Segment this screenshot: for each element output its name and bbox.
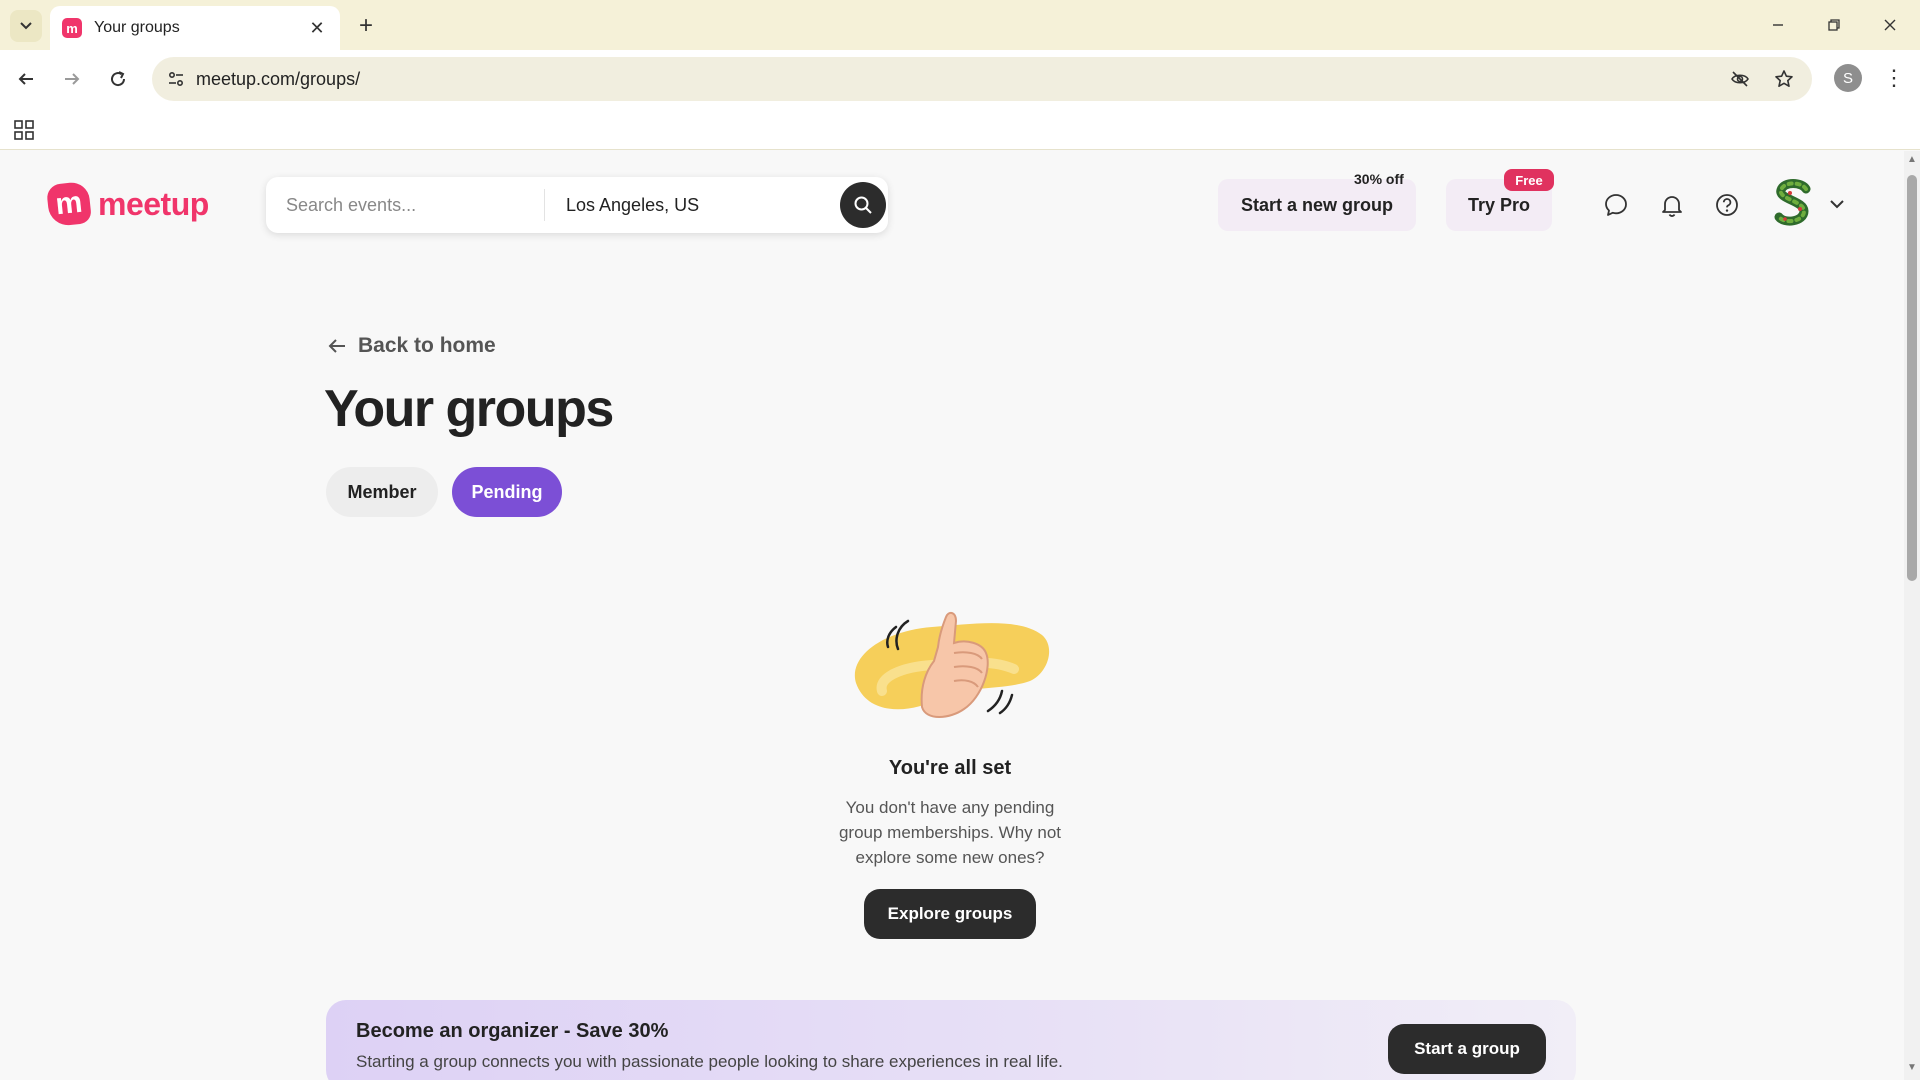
browser-profile-avatar[interactable]: S	[1834, 64, 1862, 92]
scroll-down-arrow-icon[interactable]: ▼	[1907, 1063, 1917, 1073]
search-events-input[interactable]	[286, 191, 536, 219]
tab-search-button[interactable]	[10, 10, 42, 42]
chevron-down-icon	[20, 22, 32, 30]
new-tab-button[interactable]: +	[352, 12, 380, 40]
start-a-group-button[interactable]: Start a group	[1388, 1024, 1546, 1074]
back-icon[interactable]	[10, 63, 42, 95]
meetup-logo[interactable]: m meetup	[45, 180, 209, 228]
page-title: Your groups	[324, 380, 614, 438]
window-close-icon[interactable]	[1870, 8, 1910, 42]
minimize-icon[interactable]	[1758, 8, 1798, 42]
browser-menu-icon[interactable]: ⋮	[1880, 63, 1908, 93]
tab-member[interactable]: Member	[326, 467, 438, 517]
meetup-logo-mark: m	[45, 180, 93, 228]
messages-icon[interactable]	[1600, 189, 1632, 221]
chevron-down-icon[interactable]	[1826, 193, 1848, 215]
arrow-left-icon	[328, 339, 345, 353]
site-settings-icon[interactable]	[162, 65, 190, 93]
search-bar	[266, 177, 888, 233]
apps-grid-icon[interactable]	[12, 118, 36, 142]
back-to-home-label: Back to home	[358, 334, 496, 357]
promo-body: Starting a group connects you with passi…	[356, 1052, 1063, 1071]
browser-tab-bar: m Your groups ✕ +	[0, 0, 1920, 50]
location-input[interactable]	[566, 191, 826, 219]
restore-icon[interactable]	[1814, 8, 1854, 42]
bookmark-bar	[0, 108, 1920, 150]
explore-groups-button[interactable]: Explore groups	[864, 889, 1036, 939]
scroll-up-arrow-icon[interactable]: ▲	[1907, 155, 1917, 165]
page-content: m meetup Start a new group 30% off Try P…	[0, 151, 1904, 1080]
empty-state-body: You don't have any pending group members…	[838, 798, 1062, 867]
reload-icon[interactable]	[102, 63, 134, 95]
search-button[interactable]	[840, 182, 886, 228]
back-to-home-link[interactable]: Back to home	[316, 327, 506, 365]
scrollbar-thumb[interactable]	[1907, 175, 1917, 581]
free-badge: Free	[1504, 169, 1554, 191]
eye-off-icon[interactable]	[1726, 65, 1754, 93]
help-icon[interactable]	[1711, 189, 1743, 221]
address-url: meetup.com/groups/	[196, 69, 361, 89]
notifications-bell-icon[interactable]	[1656, 189, 1688, 221]
meetup-logo-text: meetup	[98, 185, 209, 222]
meetup-favicon-icon: m	[62, 18, 82, 38]
organizer-promo-banner: Become an organizer - Save 30% Starting …	[326, 1000, 1576, 1080]
address-bar[interactable]: meetup.com/groups/	[152, 57, 1812, 101]
promo-title: Become an organizer - Save 30%	[356, 1020, 669, 1042]
search-icon	[854, 196, 872, 214]
tab-title: Your groups	[94, 19, 180, 36]
empty-state-title: You're all set	[888, 757, 1012, 779]
bookmark-star-icon[interactable]	[1770, 65, 1798, 93]
discount-badge: 30% off	[1354, 171, 1404, 187]
page-scrollbar[interactable]: ▲ ▼	[1904, 151, 1920, 1080]
forward-icon[interactable]	[56, 63, 88, 95]
tab-close-icon[interactable]: ✕	[306, 17, 328, 39]
browser-toolbar: meetup.com/groups/ S ⋮	[0, 50, 1920, 108]
browser-tab-active[interactable]: m Your groups ✕	[50, 6, 340, 50]
thumbs-up-illustration	[854, 611, 1050, 718]
tab-pending[interactable]: Pending	[452, 467, 562, 517]
user-avatar[interactable]	[1772, 179, 1814, 229]
search-divider	[544, 189, 545, 221]
